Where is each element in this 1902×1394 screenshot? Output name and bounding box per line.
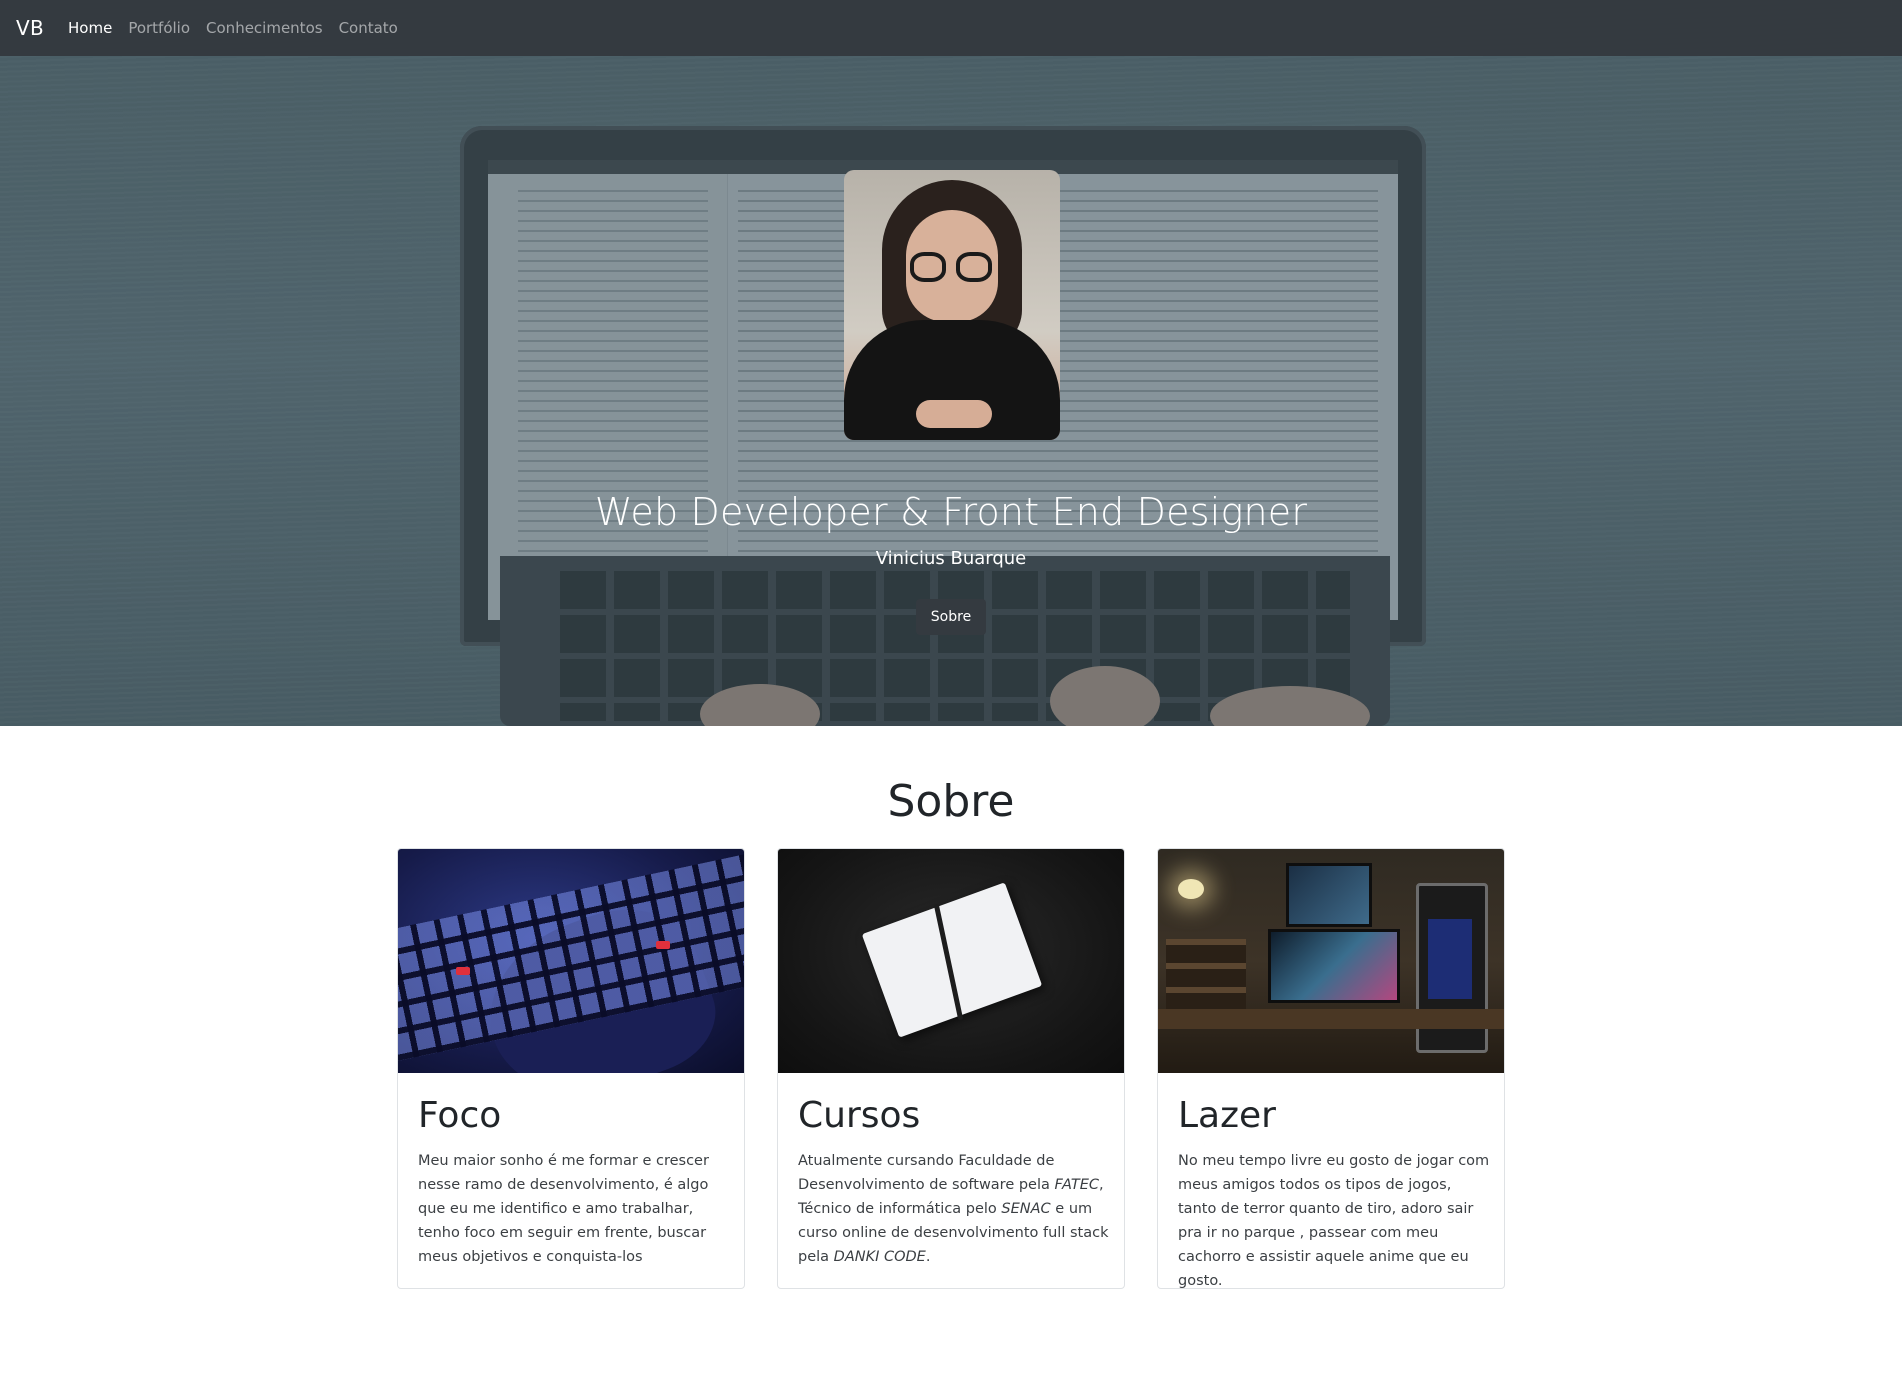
- monitor-main-shape: [1268, 929, 1400, 1003]
- brand-logo[interactable]: VB: [16, 16, 44, 40]
- navbar: VB Home Portfólio Conhecimentos Contato: [0, 0, 1902, 56]
- nav-link-conhecimentos[interactable]: Conhecimentos: [206, 19, 323, 37]
- sobre-button[interactable]: Sobre: [916, 599, 986, 635]
- avatar-glasses-left: [910, 252, 946, 282]
- card-cursos-image: [778, 849, 1124, 1073]
- notebook-shape: [861, 882, 1043, 1038]
- pc-tower-glow: [1428, 919, 1472, 999]
- hero-section: Web Developer & Front End Designer Vinic…: [0, 56, 1902, 726]
- profile-avatar: [844, 170, 1060, 440]
- hero-title: Web Developer & Front End Designer: [594, 490, 1308, 534]
- cursos-text-fatec: FATEC: [1054, 1177, 1100, 1193]
- shelf-shape: [1166, 939, 1246, 1009]
- monitor-top-shape: [1286, 863, 1372, 927]
- card-cursos: Cursos Atualmente cursando Faculdade de …: [777, 848, 1125, 1289]
- avatar-hands: [916, 400, 992, 428]
- card-lazer-text: No meu tempo livre eu gosto de jogar com…: [1178, 1153, 1490, 1289]
- avatar-glasses-right: [956, 252, 992, 282]
- foco-red-key-2: [656, 941, 670, 949]
- desk-shape: [1158, 1009, 1504, 1029]
- card-foco-text: Meu maior sonho é me formar e crescer ne…: [418, 1153, 709, 1265]
- cursos-text-part: .: [925, 1249, 931, 1265]
- nav-link-contato[interactable]: Contato: [339, 19, 398, 37]
- hero-subtitle: Vinicius Buarque: [875, 548, 1027, 569]
- card-lazer-title: Lazer: [1178, 1095, 1276, 1136]
- cursos-text-senac: SENAC: [1001, 1201, 1051, 1217]
- nav-link-portfolio[interactable]: Portfólio: [128, 19, 190, 37]
- card-cursos-text: Atualmente cursando Faculdade de Desenvo…: [798, 1149, 1110, 1269]
- card-cursos-title: Cursos: [798, 1095, 921, 1136]
- section-title-sobre: Sobre: [887, 776, 1015, 827]
- card-lazer: Lazer No meu tempo livre eu gosto de jog…: [1157, 848, 1505, 1289]
- lamp-shape: [1178, 879, 1204, 899]
- cursos-text-danki: DANKI CODE: [833, 1249, 926, 1265]
- card-foco: Foco Meu maior sonho é me formar e cresc…: [397, 848, 745, 1289]
- cursos-text-part: Atualmente cursando Faculdade de Desenvo…: [798, 1153, 1055, 1193]
- card-foco-title: Foco: [418, 1095, 502, 1136]
- foco-red-key: [456, 967, 470, 975]
- card-lazer-image: [1158, 849, 1504, 1073]
- card-foco-image: [398, 849, 744, 1073]
- nav-link-home[interactable]: Home: [68, 19, 112, 37]
